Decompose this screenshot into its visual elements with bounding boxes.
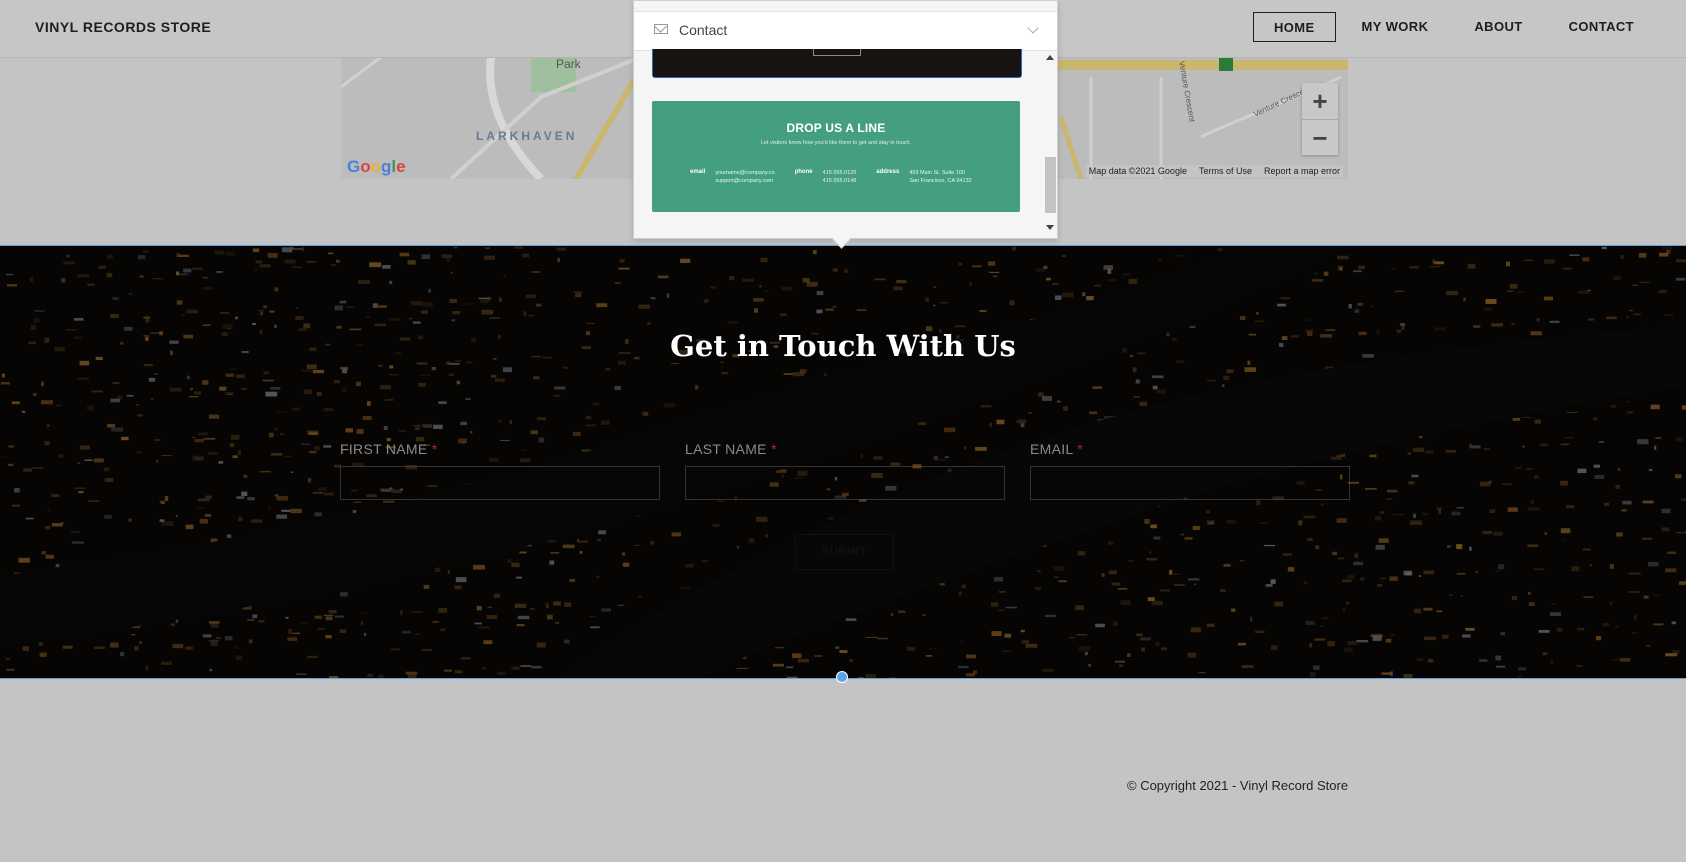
map-zoom-control: + − (1302, 83, 1338, 155)
preview-thumbnail-selected[interactable] (652, 49, 1022, 78)
city-lights-background (0, 246, 1686, 678)
scroll-up-arrow-icon[interactable] (1046, 55, 1054, 60)
email-value-1: yourname@company.co (715, 170, 775, 176)
required-marker: * (771, 441, 777, 457)
nav-links: HOME MY WORK ABOUT CONTACT (1252, 12, 1686, 44)
card-phone: phone 415.555.0120 415.555.0148 (795, 169, 857, 185)
nav-link-about[interactable]: ABOUT (1454, 12, 1542, 42)
scroll-thumb[interactable] (1045, 157, 1056, 213)
map-data-text: Map data ©2021 Google (1088, 166, 1187, 176)
map-label-park: Park (556, 57, 581, 71)
first-name-label: FIRST NAME * (340, 441, 437, 457)
nav-link-contact[interactable]: CONTACT (1549, 12, 1654, 42)
card-address: address 453 Main St. Suite 100 San Franc… (876, 169, 971, 185)
required-marker: * (1077, 441, 1083, 457)
mini-button (813, 49, 861, 56)
preview-thumbnail-drop-us-a-line[interactable]: DROP US A LINE Let visitors know how you… (652, 101, 1020, 212)
address-label: address (876, 169, 900, 175)
email-label: email (690, 169, 706, 175)
popup-header[interactable]: Contact (634, 11, 1057, 51)
card-subtitle: Let visitors know how you'd like them to… (760, 140, 912, 146)
site-brand[interactable]: VINYL RECORDS STORE (35, 19, 211, 35)
submit-button[interactable]: SUBMIT (795, 534, 894, 570)
phone-value-2: 415.555.0148 (822, 178, 857, 184)
nav-link-home[interactable]: HOME (1252, 12, 1336, 42)
email-label-text: EMAIL (1030, 441, 1073, 457)
contact-heading: Get in Touch With Us (670, 329, 1016, 363)
address-value-2: San Francisco, CA 94132 (909, 178, 972, 184)
scroll-down-arrow-icon[interactable] (1046, 225, 1054, 230)
card-contact-columns: email yourname@company.co support@compan… (690, 169, 972, 185)
footer-copyright: © Copyright 2021 - Vinyl Record Store (1127, 778, 1349, 793)
section-picker-popup: Contact DROP US A LINE Let visitors know… (633, 0, 1058, 249)
address-value-1: 453 Main St. Suite 100 (909, 170, 965, 176)
first-name-input[interactable] (340, 466, 660, 500)
email-input[interactable] (1030, 466, 1350, 500)
map-label-district: LARKHAVEN (476, 129, 578, 143)
card-heading: DROP US A LINE (786, 121, 886, 135)
card-email: email yourname@company.co support@compan… (690, 169, 775, 185)
report-map-error-link[interactable]: Report a map error (1264, 166, 1340, 176)
last-name-label: LAST NAME * (685, 441, 777, 457)
zoom-in-button[interactable]: + (1302, 83, 1338, 120)
email-label: EMAIL * (1030, 441, 1083, 457)
terms-of-use-link[interactable]: Terms of Use (1199, 166, 1252, 176)
mail-icon (654, 24, 668, 34)
popup-scrollbar[interactable] (1044, 49, 1056, 236)
section-resize-handle[interactable] (836, 671, 848, 683)
google-logo: Google (347, 157, 406, 176)
popup-title: Contact (679, 22, 728, 38)
first-name-label-text: FIRST NAME (340, 441, 428, 457)
zoom-out-button[interactable]: − (1302, 120, 1338, 156)
chevron-down-icon[interactable] (1027, 22, 1039, 34)
map-attribution: Map data ©2021 Google Terms of Use Repor… (1085, 165, 1343, 177)
contact-section[interactable]: Get in Touch With Us FIRST NAME * LAST N… (0, 245, 1686, 679)
phone-value-1: 415.555.0120 (822, 170, 857, 176)
phone-label: phone (794, 169, 813, 175)
required-marker: * (431, 441, 438, 457)
last-name-input[interactable] (685, 466, 1005, 500)
nav-link-my-work[interactable]: MY WORK (1342, 12, 1449, 42)
email-value-2: support@company.com (715, 178, 774, 184)
last-name-label-text: LAST NAME (685, 441, 767, 457)
